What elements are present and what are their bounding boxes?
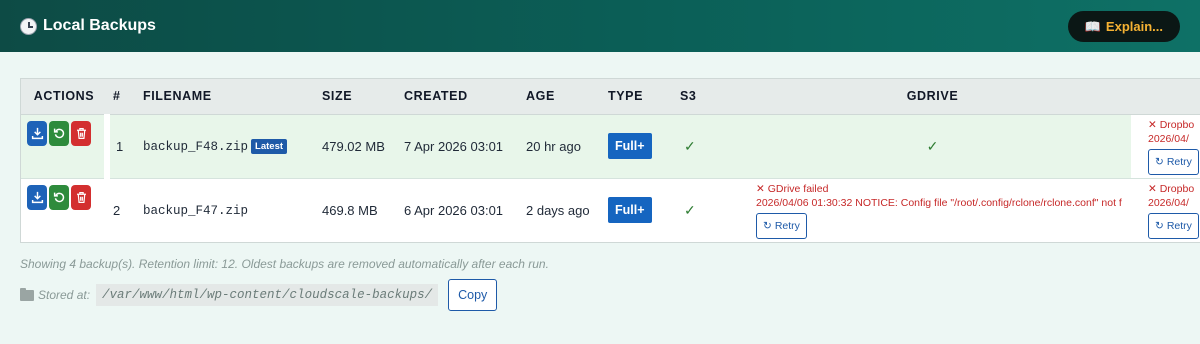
download-icon bbox=[31, 127, 43, 139]
s3-check-icon: ✓ bbox=[684, 201, 696, 218]
row-filename-cell: backup_F47.zip bbox=[137, 178, 316, 242]
row-s3-cell: ✓ bbox=[674, 114, 734, 178]
delete-button[interactable] bbox=[71, 184, 91, 210]
col-header-dropbox bbox=[1131, 79, 1200, 115]
gdrive-retry-button[interactable]: ↻ Retry bbox=[756, 212, 807, 239]
delete-button[interactable] bbox=[71, 120, 91, 146]
retry-icon: ↻ bbox=[1155, 155, 1164, 168]
row-size: 479.02 MB bbox=[316, 114, 398, 178]
retry-label: Retry bbox=[1166, 219, 1192, 232]
page-header: Local Backups 📖 Explain... bbox=[0, 0, 1200, 52]
row-filename: backup_F47.zip bbox=[143, 204, 249, 219]
explain-button[interactable]: 📖 Explain... bbox=[1067, 11, 1180, 42]
restore-button[interactable] bbox=[49, 184, 69, 210]
row-gdrive-cell: ✓ bbox=[734, 114, 1131, 178]
gdrive-error-message: 2026/04/06 01:30:32 NOTICE: Config file … bbox=[756, 196, 1122, 209]
type-badge: Full+ bbox=[608, 197, 652, 224]
row-type-cell: Full+ bbox=[602, 114, 674, 178]
retry-label: Retry bbox=[1166, 155, 1192, 168]
col-header-created: CREATED bbox=[398, 79, 520, 115]
dropbox-error-title: ✕ Dropbo bbox=[1148, 182, 1195, 195]
trash-icon bbox=[76, 127, 86, 139]
dropbox-retry-button[interactable]: ↻ Retry bbox=[1148, 148, 1199, 175]
col-header-s3: S3 bbox=[674, 79, 734, 115]
dropbox-retry-button[interactable]: ↻ Retry bbox=[1148, 212, 1199, 239]
row-dropbox-cell: ✕ Dropbo 2026/04/ ↻ Retry bbox=[1131, 114, 1200, 178]
row-index: 2 bbox=[113, 202, 121, 218]
col-header-age: AGE bbox=[520, 79, 602, 115]
row-s3-cell: ✓ bbox=[674, 178, 734, 242]
col-header-filename: FILENAME bbox=[137, 79, 316, 115]
download-button[interactable] bbox=[27, 184, 47, 210]
retry-icon: ↻ bbox=[763, 219, 772, 232]
row-created: 7 Apr 2026 03:01 bbox=[398, 114, 520, 178]
folder-icon bbox=[20, 287, 34, 301]
col-header-type: TYPE bbox=[602, 79, 674, 115]
table-row: 1 backup_F48.zip Latest 479.02 MB 7 Apr 2… bbox=[21, 114, 1200, 178]
col-header-index: # bbox=[107, 79, 137, 115]
table-row: 2 backup_F47.zip 469.8 MB 6 Apr 2026 03:… bbox=[21, 178, 1200, 242]
backup-path: /var/www/html/wp-content/cloudscale-back… bbox=[96, 284, 439, 306]
row-dropbox-cell: ✕ Dropbo 2026/04/ ↻ Retry bbox=[1131, 178, 1200, 242]
gdrive-check-icon: ✓ bbox=[926, 137, 939, 154]
dropbox-error-message: 2026/04/ bbox=[1148, 132, 1189, 145]
row-created: 6 Apr 2026 03:01 bbox=[404, 202, 504, 218]
row-filename-cell: backup_F48.zip Latest bbox=[137, 114, 316, 178]
retry-icon: ↻ bbox=[1155, 219, 1164, 232]
clock-icon bbox=[20, 17, 37, 35]
stored-at-label: Stored at: bbox=[38, 288, 91, 302]
row-type-cell: Full+ bbox=[602, 178, 674, 242]
retention-note: Showing 4 backup(s). Retention limit: 12… bbox=[20, 257, 549, 271]
book-icon: 📖 bbox=[1084, 18, 1101, 34]
retry-label: Retry bbox=[774, 219, 800, 232]
copy-path-button[interactable]: Copy bbox=[448, 279, 498, 311]
latest-badge: Latest bbox=[251, 139, 288, 154]
row-gdrive-cell: ✕ GDrive failed 2026/04/06 01:30:32 NOTI… bbox=[734, 178, 1131, 242]
restore-icon bbox=[53, 192, 64, 202]
col-header-actions: ACTIONS bbox=[21, 79, 107, 115]
restore-button[interactable] bbox=[49, 120, 69, 146]
col-header-size: SIZE bbox=[316, 79, 398, 115]
type-badge: Full+ bbox=[608, 133, 652, 159]
row-actions bbox=[21, 178, 107, 242]
row-size: 469.8 MB bbox=[322, 202, 378, 218]
page-title: Local Backups bbox=[43, 17, 156, 34]
table-header-row: ACTIONS # FILENAME SIZE CREATED AGE TYPE… bbox=[21, 79, 1200, 115]
explain-button-label: Explain... bbox=[1105, 19, 1163, 34]
download-button[interactable] bbox=[27, 120, 47, 146]
stored-at-row: Stored at: /var/www/html/wp-content/clou… bbox=[20, 279, 498, 311]
download-icon bbox=[31, 191, 43, 203]
gdrive-error-title: ✕ GDrive failed bbox=[756, 182, 829, 195]
trash-icon bbox=[76, 191, 86, 203]
s3-check-icon: ✓ bbox=[684, 137, 696, 154]
backups-table: ACTIONS # FILENAME SIZE CREATED AGE TYPE… bbox=[20, 78, 1200, 243]
row-actions bbox=[21, 114, 110, 178]
dropbox-error-title: ✕ Dropbo bbox=[1148, 118, 1195, 131]
row-age: 2 days ago bbox=[526, 202, 590, 218]
row-filename: backup_F48.zip bbox=[143, 140, 249, 154]
row-age: 20 hr ago bbox=[520, 114, 602, 178]
col-header-gdrive: GDRIVE bbox=[734, 79, 1131, 115]
dropbox-error-message: 2026/04/ bbox=[1148, 196, 1189, 209]
restore-icon bbox=[53, 128, 64, 138]
row-index: 1 bbox=[107, 114, 137, 178]
